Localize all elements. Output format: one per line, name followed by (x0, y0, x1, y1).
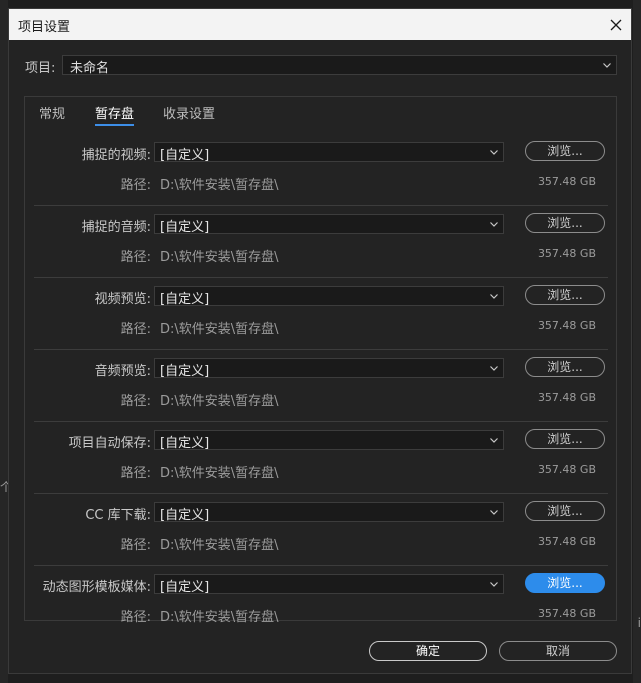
settings-panel: 常规 暂存盘 收录设置 捕捉的视频: [自定义] 浏览... 路径: D:\软件… (24, 96, 617, 625)
select-value: [自定义] (160, 148, 210, 163)
chevron-down-icon (490, 366, 498, 371)
project-settings-dialog: 项目设置 项目: 未命名 常规 暂存盘 收录设置 捕捉的视频: [自定义] 浏览… (8, 8, 632, 674)
path-value: D:\软件安装\暂存盘\ (160, 610, 279, 625)
cc-library-downloads-select[interactable]: [自定义] (154, 502, 504, 523)
row-project-auto-save: 项目自动保存: [自定义] 浏览... 路径: D:\软件安装\暂存盘\ 357… (34, 422, 608, 494)
dialog-title: 项目设置 (18, 20, 71, 35)
row-video-preview: 视频预览: [自定义] 浏览... 路径: D:\软件安装\暂存盘\ 357.4… (34, 278, 608, 350)
row-label: 项目自动保存: (68, 436, 151, 451)
select-value: [自定义] (160, 508, 210, 523)
path-label: 路径: (120, 322, 151, 337)
select-value: [自定义] (160, 580, 210, 595)
project-select[interactable]: 未命名 (62, 55, 617, 76)
browse-button-captured-video[interactable]: 浏览... (525, 141, 605, 161)
project-select-value: 未命名 (70, 61, 110, 76)
project-label: 项目: (25, 61, 56, 76)
select-value: [自定义] (160, 220, 210, 235)
captured-audio-select[interactable]: [自定义] (154, 214, 504, 235)
close-icon (610, 19, 622, 30)
ok-button[interactable]: 确定 (369, 641, 487, 661)
row-cc-library-downloads: CC 库下载: [自定义] 浏览... 路径: D:\软件安装\暂存盘\ 357… (34, 494, 608, 566)
browse-button-project-auto-save[interactable]: 浏览... (525, 429, 605, 449)
select-value: [自定义] (160, 436, 210, 451)
disk-space: 357.48 GB (537, 607, 596, 620)
row-captured-video: 捕捉的视频: [自定义] 浏览... 路径: D:\软件安装\暂存盘\ 357.… (34, 134, 608, 206)
browse-button-motion-graphics-template-media[interactable]: 浏览... (525, 573, 605, 593)
disk-space: 357.48 GB (537, 463, 596, 476)
chevron-down-icon (490, 294, 498, 299)
chevron-down-icon (490, 150, 498, 155)
captured-video-select[interactable]: [自定义] (154, 142, 504, 163)
row-label: 音频预览: (94, 364, 151, 379)
row-label: 捕捉的音频: (81, 220, 151, 235)
motion-graphics-template-media-select[interactable]: [自定义] (154, 574, 504, 595)
chevron-down-icon (490, 582, 498, 587)
path-value: D:\软件安装\暂存盘\ (160, 250, 279, 265)
project-auto-save-select[interactable]: [自定义] (154, 430, 504, 451)
video-preview-select[interactable]: [自定义] (154, 286, 504, 307)
browse-button-video-preview[interactable]: 浏览... (525, 285, 605, 305)
path-value: D:\软件安装\暂存盘\ (160, 322, 279, 337)
path-value: D:\软件安装\暂存盘\ (160, 178, 279, 193)
path-label: 路径: (120, 178, 151, 193)
row-label: 动态图形模板媒体: (42, 580, 151, 595)
row-label: CC 库下载: (85, 508, 151, 523)
background-app-edge-right (633, 0, 641, 683)
browse-button-captured-audio[interactable]: 浏览... (525, 213, 605, 233)
browse-button-cc-library-downloads[interactable]: 浏览... (525, 501, 605, 521)
path-label: 路径: (120, 250, 151, 265)
path-label: 路径: (120, 466, 151, 481)
disk-space: 357.48 GB (537, 319, 596, 332)
path-value: D:\软件安装\暂存盘\ (160, 394, 279, 409)
row-label: 视频预览: (94, 292, 151, 307)
disk-space: 357.48 GB (537, 391, 596, 404)
background-app-edge-left (0, 0, 8, 683)
chevron-down-icon (603, 63, 611, 68)
chevron-down-icon (490, 438, 498, 443)
disk-space: 357.48 GB (537, 247, 596, 260)
row-motion-graphics-template-media: 动态图形模板媒体: [自定义] 浏览... 路径: D:\软件安装\暂存盘\ 3… (34, 566, 608, 638)
close-button[interactable] (601, 9, 631, 40)
tab-general[interactable]: 常规 (39, 103, 65, 122)
select-value: [自定义] (160, 292, 210, 307)
chevron-down-icon (490, 222, 498, 227)
disk-space: 357.48 GB (537, 175, 596, 188)
row-label: 捕捉的视频: (81, 148, 151, 163)
background-text-right: i (637, 616, 641, 630)
tab-scratch-disks[interactable]: 暂存盘 (95, 103, 135, 126)
path-label: 路径: (120, 394, 151, 409)
path-label: 路径: (120, 610, 151, 625)
cancel-button[interactable]: 取消 (499, 641, 617, 661)
disk-space: 357.48 GB (537, 535, 596, 548)
audio-preview-select[interactable]: [自定义] (154, 358, 504, 379)
path-value: D:\软件安装\暂存盘\ (160, 538, 279, 553)
select-value: [自定义] (160, 364, 210, 379)
path-value: D:\软件安装\暂存盘\ (160, 466, 279, 481)
row-captured-audio: 捕捉的音频: [自定义] 浏览... 路径: D:\软件安装\暂存盘\ 357.… (34, 206, 608, 278)
chevron-down-icon (490, 510, 498, 515)
browse-button-audio-preview[interactable]: 浏览... (525, 357, 605, 377)
row-audio-preview: 音频预览: [自定义] 浏览... 路径: D:\软件安装\暂存盘\ 357.4… (34, 350, 608, 422)
path-label: 路径: (120, 538, 151, 553)
tab-ingest-settings[interactable]: 收录设置 (163, 103, 215, 122)
project-row: 项目: 未命名 (25, 55, 617, 76)
title-bar[interactable]: 项目设置 (9, 9, 631, 40)
